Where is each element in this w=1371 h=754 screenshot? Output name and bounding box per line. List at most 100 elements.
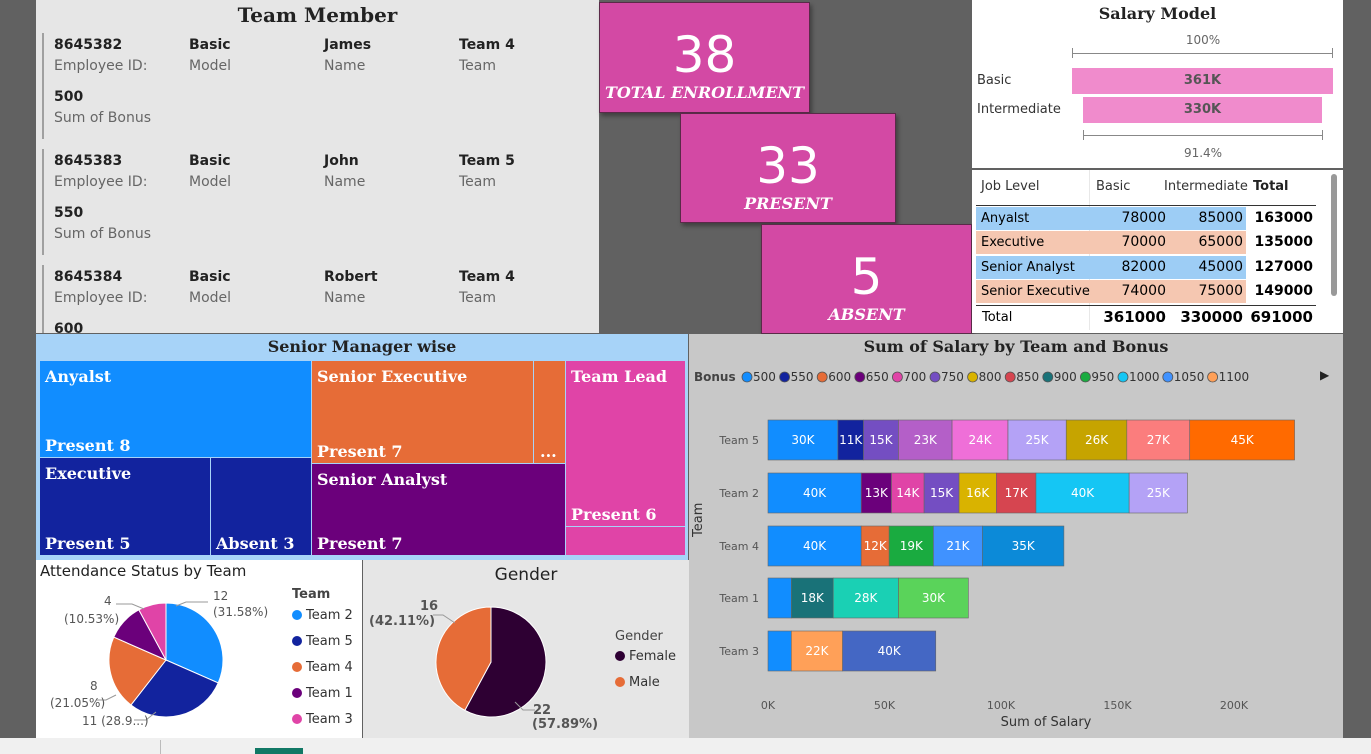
pie-label-female-pct: (57.89%) xyxy=(532,717,599,732)
treemap-cell-title: Senior Analyst xyxy=(317,470,448,489)
legend-dot-icon[interactable] xyxy=(1042,371,1054,383)
bottom-range-line xyxy=(1083,135,1322,136)
header-total[interactable]: Total xyxy=(1253,179,1289,194)
treemap-overflow[interactable]: ... xyxy=(534,361,565,463)
bar-data-label: 40K xyxy=(803,539,827,553)
header-intermediate[interactable]: Intermediate xyxy=(1164,179,1248,194)
bar-data-label: 40K xyxy=(878,644,902,658)
kpi-value: 33 xyxy=(756,137,820,195)
employee-id-cell: 8645382 Employee ID: xyxy=(54,37,148,74)
treemap-team-lead-small[interactable] xyxy=(566,527,685,555)
legend-dot-icon[interactable] xyxy=(779,371,790,383)
team-member-card[interactable]: 8645383 Employee ID: Basic Model John Name … xyxy=(42,149,584,255)
bar-segment[interactable] xyxy=(767,630,792,672)
legend-dot-icon[interactable] xyxy=(929,371,941,383)
header-job-level[interactable]: Job Level xyxy=(981,179,1040,194)
gender-pie-panel: Gender 16 (42.11%) 22 (57.89%) Gender Fe… xyxy=(363,560,689,738)
legend-item[interactable]: Team 2 xyxy=(292,608,353,623)
table-row[interactable]: Senior Executive 74000 75000 xyxy=(976,280,1246,303)
legend-label: 1000 xyxy=(1129,370,1160,384)
kpi-label: TOTAL ENROLLMENT xyxy=(604,83,805,102)
legend-dot-icon[interactable] xyxy=(1162,371,1174,383)
attendance-pie-panel: Attendance Status by Team 12 (31.58%) 4 … xyxy=(36,560,362,738)
treemap-cell-title: Anyalst xyxy=(45,367,112,386)
x-tick-label: 50K xyxy=(874,699,896,712)
kpi-label: ABSENT xyxy=(828,305,905,324)
legend-dot-icon[interactable] xyxy=(967,371,979,383)
table-row[interactable]: Senior Analyst 82000 45000 xyxy=(976,256,1246,279)
legend-label: 950 xyxy=(1091,370,1114,384)
bar-data-label: 26K xyxy=(1085,433,1109,447)
row-basic: 82000 xyxy=(1121,259,1166,275)
x-tick-label: 200K xyxy=(1220,699,1249,712)
bar-data-label: 21K xyxy=(946,539,970,553)
bar-data-label: 14K xyxy=(896,486,920,500)
bar-segment[interactable] xyxy=(767,577,792,619)
name-cell: Robert Name xyxy=(324,269,378,306)
team-member-card[interactable]: 8645384 Employee ID: Basic Model Robert Nam… xyxy=(42,265,584,333)
legend-label: Team 4 xyxy=(306,660,353,675)
salary-matrix-table: Job Level Basic Intermediate Total Anyal… xyxy=(972,170,1343,333)
pie-label-male: 16 xyxy=(420,599,439,614)
treemap-team-lead[interactable]: Team Lead Present 6 xyxy=(566,361,685,526)
salary-bar-basic[interactable]: 361K xyxy=(1072,68,1333,94)
bar-data-label: 12K xyxy=(864,539,888,553)
treemap-cell-value: Present 7 xyxy=(317,442,403,461)
legend-next-arrow-icon[interactable]: ▶ xyxy=(1320,368,1329,382)
table-scrollbar[interactable] xyxy=(1331,174,1337,296)
footer-divider xyxy=(160,740,161,754)
legend-dot-icon xyxy=(292,662,302,672)
legend-dot-icon[interactable] xyxy=(854,371,866,383)
x-tick-label: 0K xyxy=(761,699,776,712)
legend-label: 700 xyxy=(903,370,926,384)
total-grand: 691000 xyxy=(1250,308,1313,326)
bonus-cell: 500 Sum of Bonus xyxy=(54,89,152,126)
legend-label: 1050 xyxy=(1174,370,1205,384)
legend-label: Team 1 xyxy=(306,686,353,701)
salary-stacked-bar-chart: 500 550 600 650 700 750 800 850 900 950 1000 1050 11… xyxy=(718,370,1295,712)
legend-label: 500 xyxy=(753,370,776,384)
legend-item[interactable]: Team 4 xyxy=(292,660,353,675)
model-cell: Basic Model xyxy=(189,153,232,190)
legend-item[interactable]: Team 5 xyxy=(292,634,353,649)
legend-dot-icon[interactable] xyxy=(741,371,753,383)
pie-label-team4-pct: (21.05%) xyxy=(50,696,106,710)
legend-item[interactable]: Male xyxy=(615,675,660,690)
treemap-senior-executive[interactable]: Senior Executive Present 7 xyxy=(312,361,533,463)
table-row[interactable]: Anyalst 78000 85000 xyxy=(976,207,1246,230)
bonus-cell: 550 Sum of Bonus xyxy=(54,205,152,242)
legend-dot-icon[interactable] xyxy=(1117,371,1129,383)
y-category-label: Team 3 xyxy=(718,645,759,658)
treemap-title: Senior Manager wise xyxy=(267,337,457,356)
treemap-anyalst[interactable]: Anyalst Present 8 xyxy=(40,361,311,457)
range-tick xyxy=(1083,130,1084,140)
legend-dot-icon xyxy=(292,714,302,724)
team-member-card[interactable]: 8645382 Employee ID: Basic Model James Name… xyxy=(42,33,584,139)
legend-dot-icon[interactable] xyxy=(1207,371,1218,383)
treemap-executive[interactable]: Executive Present 5 xyxy=(40,458,210,555)
legend-item[interactable]: Female xyxy=(615,649,676,664)
kpi-total-enrollment: 38 TOTAL ENROLLMENT xyxy=(599,2,810,113)
table-row[interactable]: Executive 70000 65000 xyxy=(976,231,1246,254)
salary-bar-intermediate[interactable]: 330K xyxy=(1083,97,1322,123)
legend-label: Team 2 xyxy=(306,608,353,623)
bottom-percent-label: 91.4% xyxy=(1183,146,1223,160)
bar-label-basic: Basic xyxy=(977,73,1012,88)
legend-dot-icon[interactable] xyxy=(1079,371,1091,383)
treemap-executive-absent[interactable]: Absent 3 xyxy=(211,458,311,555)
legend-item[interactable]: Team 1 xyxy=(292,686,353,701)
team-member-panel: Team Member 8645382 Employee ID: Basic Mod… xyxy=(36,0,599,333)
header-basic[interactable]: Basic xyxy=(1096,179,1130,194)
salary-by-team-bar-panel: Sum of Salary by Team and Bonus Bonus 50… xyxy=(689,334,1343,738)
legend-label: Female xyxy=(629,649,677,664)
legend-item[interactable]: Team 3 xyxy=(292,712,353,727)
row-total: 163000 xyxy=(1254,210,1313,226)
treemap-senior-analyst[interactable]: Senior Analyst Present 7 xyxy=(312,464,565,555)
page-tab-active[interactable] xyxy=(255,748,303,754)
gender-legend-title: Gender xyxy=(615,629,663,644)
legend-dot-icon[interactable] xyxy=(1004,371,1016,383)
salary-model-panel: Salary Model 100% Basic 361K Intermediat… xyxy=(972,0,1343,168)
legend-dot-icon[interactable] xyxy=(816,371,828,383)
legend-label: 900 xyxy=(1054,370,1077,384)
legend-dot-icon[interactable] xyxy=(891,371,903,383)
